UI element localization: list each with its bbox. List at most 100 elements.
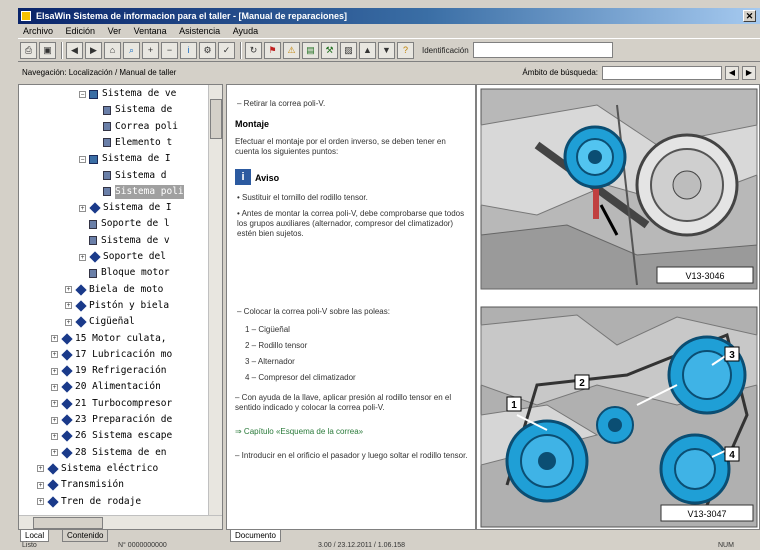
refresh-icon[interactable]: ↻ (245, 42, 262, 59)
menu-view[interactable]: Ver (103, 24, 127, 38)
tree-item[interactable]: +17 Lubricación mo (51, 348, 172, 362)
tree-item[interactable]: Sistema de v (79, 234, 170, 248)
menu-file[interactable]: Archivo (18, 24, 58, 38)
tree-expander-icon[interactable]: + (51, 432, 58, 440)
tree-expander-icon[interactable]: + (51, 383, 58, 391)
info-icon[interactable]: i (180, 42, 197, 59)
scroll-thumb[interactable] (210, 99, 222, 139)
tree-item[interactable]: +15 Motor culata, (51, 332, 167, 346)
tree-item[interactable]: − Sistema de I (79, 152, 171, 166)
tree-item[interactable]: Sistema d (93, 169, 166, 183)
tree-expander-icon[interactable]: + (51, 367, 58, 375)
tree-expander-icon[interactable]: + (51, 449, 58, 457)
nav-row: Navegación: Localización / Manual de tal… (18, 62, 760, 84)
zoom-in-icon[interactable]: + (142, 42, 159, 59)
tree-item[interactable]: − Sistema de ve (79, 87, 176, 101)
tree-item[interactable]: +28 Sistema de en (51, 446, 167, 460)
tree-expander-icon[interactable]: + (65, 318, 72, 326)
tree-item[interactable]: Correa poli (93, 120, 178, 134)
forward-icon[interactable]: ▶ (85, 42, 102, 59)
tree-item-label: Soporte de l (101, 218, 170, 230)
tree-expander-icon[interactable]: − (79, 155, 86, 163)
tree-expander-icon[interactable]: + (65, 302, 72, 310)
home-icon[interactable]: ⌂ (104, 42, 121, 59)
chapter-link[interactable]: ⇒ Capítulo «Esquema de la correa» (235, 427, 470, 437)
intro-paragraph: Efectuar el montaje por el orden inverso… (235, 137, 446, 156)
tree-item[interactable]: + Tren de rodaje (37, 495, 141, 509)
tool-icon[interactable]: ⚒ (321, 42, 338, 59)
scroll-thumb[interactable] (33, 517, 103, 529)
tree-item[interactable]: +23 Preparación de (51, 413, 172, 427)
settings-icon[interactable]: ⚙ (199, 42, 216, 59)
back-icon[interactable]: ◀ (66, 42, 83, 59)
nav-next-button[interactable]: ▶ (742, 66, 756, 80)
content-tabs: Documento (226, 530, 476, 542)
tree-vertical-scrollbar[interactable] (208, 85, 222, 515)
tree-expander-icon[interactable]: + (51, 335, 58, 342)
help-icon[interactable]: ? (397, 42, 414, 59)
tree-expander-icon[interactable]: − (79, 90, 86, 98)
search-scope-combo[interactable] (602, 66, 722, 80)
tree-item[interactable]: + Soporte del (79, 250, 166, 264)
tree-expander-icon[interactable]: + (37, 481, 44, 489)
print-icon[interactable]: ⎙ (20, 42, 37, 59)
tree-horizontal-scrollbar[interactable] (19, 515, 222, 529)
zoom-out-icon[interactable]: − (161, 42, 178, 59)
tree-item[interactable]: + Cigüeñal (65, 315, 135, 329)
search-icon[interactable]: ⌕ (123, 42, 140, 59)
tree-expander-icon[interactable]: + (51, 351, 58, 359)
tree-expander-icon[interactable]: + (79, 253, 86, 261)
folder-icon (89, 251, 101, 263)
close-button[interactable]: ✕ (743, 10, 756, 22)
tree-item[interactable]: Sistema de (93, 103, 172, 117)
bottom-image-code: V13-3047 (687, 509, 726, 519)
tree-expander-icon[interactable]: + (37, 498, 44, 505)
tree-item-label: Tren de rodaje (61, 495, 142, 507)
tree-item[interactable]: +21 Turbocompresor (51, 397, 172, 411)
tree-item[interactable]: + Transmisión (37, 478, 124, 492)
tree-item-label: Cigüeñal (89, 316, 135, 328)
tree-expander-icon[interactable]: + (37, 465, 44, 473)
warning-icon[interactable]: ⚠ (283, 42, 300, 59)
flag-icon[interactable]: ⚑ (264, 42, 281, 59)
tree-item[interactable]: +26 Sistema escape (51, 429, 172, 443)
check-icon[interactable]: ✓ (218, 42, 235, 59)
menu-edit[interactable]: Edición (61, 24, 101, 38)
tree-item[interactable]: + Sistema de I (79, 201, 172, 215)
tree-item[interactable]: + Biela de moto (65, 283, 163, 297)
book-icon[interactable]: ▤ (302, 42, 319, 59)
title-bar[interactable]: ElsaWin Sistema de informacion para el t… (18, 8, 760, 24)
identification-input[interactable] (472, 42, 613, 58)
tree-item[interactable]: +20 Alimentación (51, 380, 161, 394)
nav-prev-button[interactable]: ◀ (725, 66, 739, 80)
pulley-item-1: 1 – Cigüeñal (245, 325, 290, 334)
tree-expander-icon[interactable]: + (65, 286, 72, 294)
tree-item-label: Biela de moto (89, 283, 164, 295)
tree-item[interactable]: Soporte de l (79, 217, 170, 231)
save-icon[interactable]: ▣ (39, 42, 56, 59)
photo-icon[interactable]: ▨ (340, 42, 357, 59)
tab-document[interactable]: Documento (230, 530, 281, 542)
book-icon (89, 154, 98, 164)
tree-item-label: 28 Sistema de en (75, 446, 167, 458)
tree-expander-icon[interactable]: + (79, 204, 86, 212)
menu-window[interactable]: Ventana (129, 24, 172, 38)
tree-item[interactable]: + Pistón y biela (65, 299, 169, 313)
illustration-panel: V13-3046 1 2 3 4 V13-3047 (476, 84, 760, 530)
tree-item[interactable]: Bloque motor (79, 266, 170, 280)
tree-item[interactable]: + Sistema eléctrico (37, 462, 158, 476)
tree-item-label: Sistema de ve (102, 88, 177, 99)
tree-item[interactable]: Elemento t (93, 136, 172, 150)
tree-item-label: Elemento t (115, 136, 173, 148)
tab-local[interactable]: Local (20, 530, 50, 542)
tree-expander-icon[interactable]: + (51, 416, 58, 424)
tree-item[interactable]: +19 Refrigeración (51, 364, 167, 378)
arrow-up-icon[interactable]: ▲ (359, 42, 376, 59)
menu-assist[interactable]: Asistencia (174, 24, 225, 38)
tab-contents[interactable]: Contenido (62, 530, 109, 542)
arrow-down-icon[interactable]: ▼ (378, 42, 395, 59)
tree-item[interactable]: Sistema poli (93, 184, 184, 199)
step-insert-pin: – Introducir en el orificio el pasador y… (235, 451, 468, 460)
tree-expander-icon[interactable]: + (51, 400, 58, 408)
menu-help[interactable]: Ayuda (228, 24, 263, 38)
